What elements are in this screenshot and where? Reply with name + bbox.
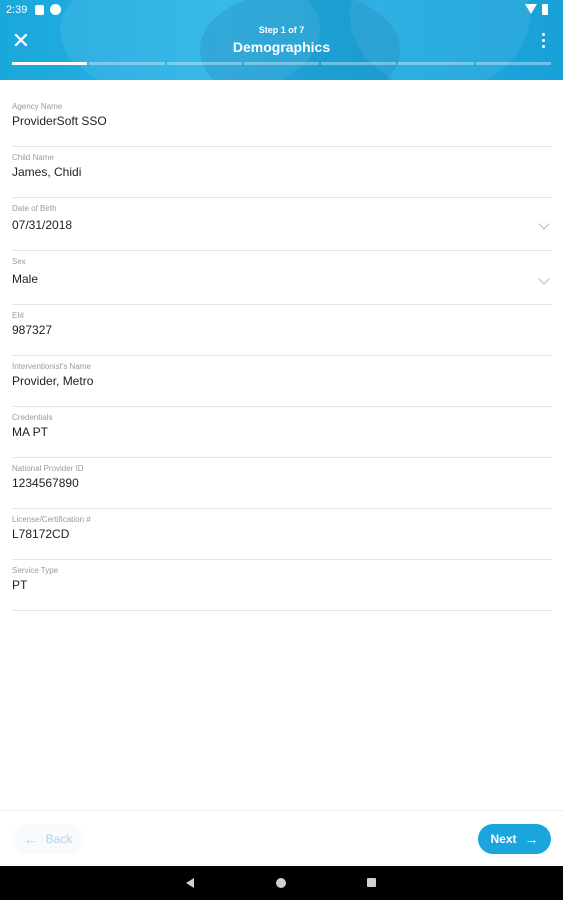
field-label: Sex [12,257,26,266]
interventionist-name-field[interactable]: Interventionist's Name Provider, Metro [12,356,552,407]
footer-actions: ← Back Next → [0,810,563,867]
app-header: 2:39 ✕ Step 1 of 7 Demographics [0,0,563,80]
field-value: PT [12,578,28,592]
progress-segment [398,62,474,65]
status-bar: 2:39 [0,0,563,22]
field-value: Provider, Metro [12,374,94,388]
field-value: 07/31/2018 [12,218,73,232]
step-progress [12,62,551,65]
service-type-field[interactable]: Service Type PT [12,560,552,611]
notification-icon [35,5,44,15]
next-button[interactable]: Next → [478,824,551,854]
national-provider-id-field[interactable]: National Provider ID 1234567890 [12,458,552,509]
field-value: ProviderSoft SSO [12,114,107,128]
progress-segment [89,62,165,65]
arrow-right-icon: → [524,831,539,847]
more-vertical-icon[interactable] [537,32,549,50]
agency-name-field[interactable]: Agency Name ProviderSoft SSO [12,96,552,147]
progress-segment [166,62,242,65]
chevron-down-icon [538,273,550,285]
battery-icon [542,4,548,15]
field-label: Child Name [12,153,54,162]
step-label: Step 1 of 7 [258,25,305,35]
status-time: 2:39 [6,4,28,16]
nav-back-icon[interactable] [186,878,194,888]
field-label: License/Certification # [12,515,91,524]
nav-recents-icon[interactable] [367,878,376,887]
child-name-field[interactable]: Child Name James, Chidi [12,147,552,198]
license-certification-field[interactable]: License/Certification # L78172CD [12,509,552,560]
app-notification-icon [50,4,61,15]
wifi-icon [525,4,537,14]
credentials-field[interactable]: Credentials MA PT [12,407,552,458]
field-label: EI# [12,311,25,320]
field-value: James, Chidi [12,165,82,179]
back-label: Back [45,832,73,846]
field-value: L78172CD [12,527,70,541]
progress-segment [12,62,88,65]
field-value: Male [12,272,39,286]
back-button[interactable]: ← Back [12,824,84,854]
date-of-birth-select[interactable]: Date of Birth 07/31/2018 [12,198,552,251]
demographics-form: Agency Name ProviderSoft SSO Child Name … [12,96,552,611]
arrow-left-icon: ← [23,831,38,847]
field-value: MA PT [12,425,49,439]
android-nav-bar [0,866,563,900]
next-label: Next [490,832,517,846]
field-label: National Provider ID [12,464,84,473]
field-label: Agency Name [12,102,63,111]
field-label: Interventionist's Name [12,362,91,371]
progress-segment [475,62,551,65]
page-title: Demographics [232,39,331,55]
nav-home-icon[interactable] [276,878,286,888]
field-label: Credentials [12,413,53,422]
field-value: 1234567890 [12,476,79,490]
chevron-down-icon [538,218,550,230]
field-label: Date of Birth [12,204,57,213]
progress-segment [321,62,397,65]
field-label: Service Type [12,566,59,575]
progress-segment [243,62,320,65]
ei-number-field[interactable]: EI# 987327 [12,305,552,356]
sex-select[interactable]: Sex Male [12,251,552,305]
field-value: 987327 [12,323,53,337]
